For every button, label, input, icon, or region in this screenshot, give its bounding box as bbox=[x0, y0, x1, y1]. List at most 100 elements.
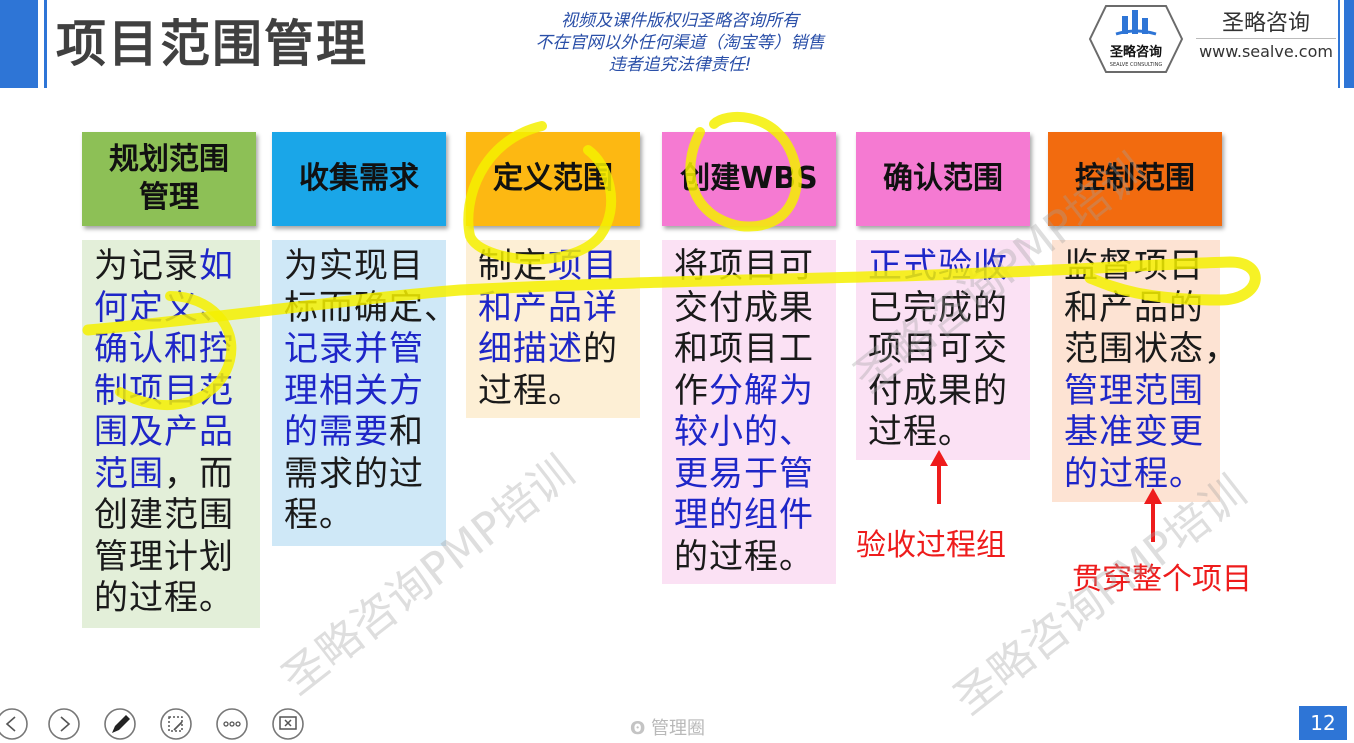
body-text: 的过程。 bbox=[674, 536, 814, 577]
highlighted-text: 分解为 bbox=[709, 370, 814, 411]
process-body-define-scope: 制定项目 和产品详 细描述的 过程。 bbox=[466, 240, 640, 418]
highlighted-text: 围及产品 bbox=[94, 412, 234, 452]
header-line: 收集需求 bbox=[299, 161, 419, 196]
header-line: 创建WBS bbox=[680, 161, 818, 196]
body-text: 项目可交 bbox=[868, 329, 1008, 369]
process-body-collect-requirements: 为实现目 标而确定、 记录并管 理相关方 的需要和 需求的过 程。 bbox=[272, 240, 458, 546]
body-line: 标而确定、 bbox=[284, 288, 458, 330]
more-options-icon[interactable] bbox=[214, 706, 250, 742]
body-line: 交付成果 bbox=[674, 288, 826, 330]
highlighted-text: 和产品详 bbox=[478, 287, 618, 328]
body-line: 的过程。 bbox=[674, 537, 826, 579]
body-line: 理相关方 bbox=[284, 371, 436, 413]
body-text: 已完成的 bbox=[868, 287, 1008, 328]
process-header-validate-scope: 确认范围 bbox=[856, 132, 1030, 226]
arrow-up-icon bbox=[1144, 488, 1162, 542]
logo-subtext: SEALVE CONSULTING bbox=[1110, 62, 1163, 68]
brand-name: 圣略咨询 bbox=[1221, 11, 1310, 36]
body-text: 的过程。 bbox=[94, 578, 234, 618]
title-accent-line bbox=[44, 0, 47, 88]
highlighted-text: 制项目范 bbox=[94, 370, 234, 411]
highlighted-text: 的需要 bbox=[284, 412, 389, 452]
body-line: 何定义、 bbox=[94, 288, 250, 330]
header-line: 定义范围 bbox=[493, 161, 613, 196]
body-text: 制定 bbox=[478, 246, 548, 286]
highlighted-text: 如 bbox=[199, 246, 234, 286]
arrow-up-icon bbox=[930, 450, 948, 504]
body-line: 理的组件 bbox=[674, 495, 826, 537]
control-annotation: 贯穿整个项目 bbox=[1072, 562, 1252, 597]
process-header-plan-scope: 规划范围 管理 bbox=[82, 132, 256, 226]
body-line: 为记录如 bbox=[94, 246, 250, 288]
pen-icon[interactable] bbox=[102, 706, 138, 742]
body-text: 标而确定、 bbox=[284, 287, 459, 328]
body-line: 作分解为 bbox=[674, 371, 826, 413]
edit-slide-icon[interactable] bbox=[158, 706, 194, 742]
highlighted-text: 细描述 bbox=[478, 329, 583, 369]
previous-slide-icon[interactable] bbox=[0, 706, 30, 742]
body-line: 范围状态， bbox=[1064, 329, 1238, 371]
highlighted-text: 项目 bbox=[548, 246, 618, 286]
brand-url: www.sealve.com bbox=[1196, 38, 1336, 65]
body-text: 需求的过 bbox=[284, 453, 424, 494]
next-slide-icon[interactable] bbox=[46, 706, 82, 742]
body-line: 较小的、 bbox=[674, 412, 826, 454]
body-line: 制项目范 bbox=[94, 371, 250, 413]
highlighted-text: 更易于管 bbox=[674, 453, 814, 494]
page-number: 12 bbox=[1299, 706, 1347, 740]
body-text: 为记录 bbox=[94, 246, 199, 286]
highlighted-text: 管理范围 bbox=[1064, 370, 1204, 411]
body-text: 和项目工 bbox=[674, 329, 814, 369]
body-line: 创建范围 bbox=[94, 495, 250, 537]
body-text: 和产品的 bbox=[1064, 287, 1204, 328]
title-accent-bar bbox=[0, 0, 38, 88]
body-text: 管理计划 bbox=[94, 536, 234, 577]
body-line: 过程。 bbox=[868, 412, 1020, 454]
body-line: 和产品的 bbox=[1064, 288, 1210, 330]
notice-line: 视频及课件版权归圣略咨询所有 bbox=[561, 11, 799, 31]
body-line: 程。 bbox=[284, 495, 436, 537]
footer-logo: ʘ 管理圈 bbox=[630, 714, 705, 740]
body-line: 管理计划 bbox=[94, 537, 250, 579]
exit-slideshow-icon[interactable] bbox=[270, 706, 306, 742]
body-text: 的 bbox=[583, 329, 618, 369]
body-line: 范围，而 bbox=[94, 454, 250, 496]
body-line: 为实现目 bbox=[284, 246, 436, 288]
footer-logo-text: 管理圈 bbox=[651, 718, 706, 739]
body-line: 正式验收 bbox=[868, 246, 1020, 288]
body-line: 的需要和 bbox=[284, 412, 436, 454]
body-line: 细描述的 bbox=[478, 329, 630, 371]
body-text: 过程。 bbox=[478, 370, 583, 411]
header-line: 确认范围 bbox=[883, 161, 1003, 196]
body-text: 监督项目 bbox=[1064, 246, 1204, 286]
body-line: 监督项目 bbox=[1064, 246, 1210, 288]
logo-text: 圣略咨询 bbox=[1110, 44, 1162, 60]
body-line: 更易于管 bbox=[674, 454, 826, 496]
body-text: 创建范围 bbox=[94, 495, 234, 535]
body-text: 将项目可 bbox=[674, 246, 814, 286]
process-body-create-wbs: 将项目可 交付成果 和项目工 作分解为 较小的、 更易于管 理的组件 的过程。 bbox=[662, 240, 836, 584]
highlighted-text: 范围 bbox=[94, 453, 164, 494]
body-line: 已完成的 bbox=[868, 288, 1020, 330]
slide: 项目范围 管理 视频及课件版权归圣略咨询所有 不在官网以外任何渠道（淘宝等）销售 … bbox=[0, 0, 1354, 743]
body-line: 制定项目 bbox=[478, 246, 630, 288]
right-accent-line bbox=[1338, 0, 1340, 88]
process-header-define-scope: 定义范围 bbox=[466, 132, 640, 226]
body-text: 作 bbox=[674, 370, 709, 411]
brand-block: 圣略咨询 www.sealve.com bbox=[1196, 10, 1336, 65]
company-logo: 圣略咨询 SEALVE CONSULTING bbox=[1088, 5, 1184, 73]
body-line: 记录并管 bbox=[284, 329, 436, 371]
header-line: 控制范围 bbox=[1075, 161, 1195, 196]
copyright-notice: 视频及课件版权归圣略咨询所有 不在官网以外任何渠道（淘宝等）销售 违者追究法律责… bbox=[490, 10, 870, 76]
body-text: ，而 bbox=[164, 453, 234, 494]
body-text: 程。 bbox=[284, 495, 354, 535]
header-line: 管理 bbox=[139, 180, 199, 215]
body-text: 范围状态， bbox=[1064, 329, 1239, 369]
body-line: 付成果的 bbox=[868, 371, 1020, 413]
highlighted-text: 正式验收 bbox=[868, 246, 1008, 286]
highlighted-text: 记录并管 bbox=[284, 329, 424, 369]
highlighted-text: 确认和控 bbox=[94, 329, 234, 369]
footer-logo-icon: ʘ bbox=[630, 718, 646, 739]
body-text: 和 bbox=[389, 412, 424, 452]
process-header-collect-requirements: 收集需求 bbox=[272, 132, 446, 226]
